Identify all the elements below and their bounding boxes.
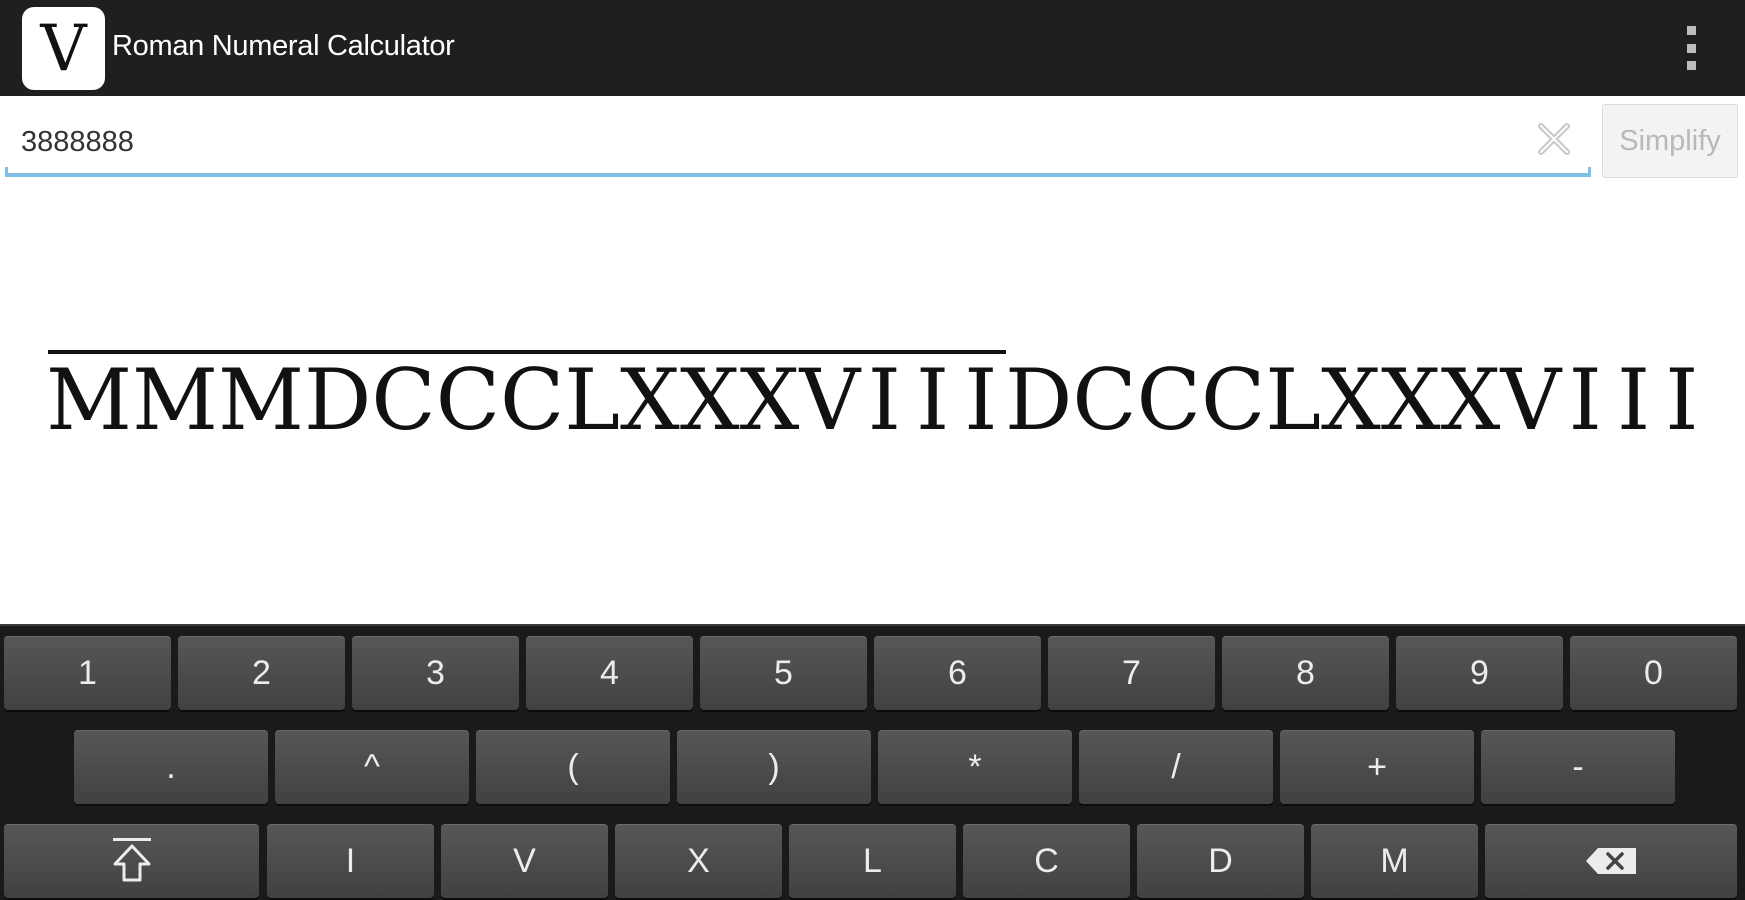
result-char: X <box>1380 351 1441 449</box>
number-input[interactable] <box>5 100 1591 176</box>
result-char: X <box>1440 351 1501 449</box>
key-L[interactable]: L <box>789 824 956 898</box>
result-char: C <box>1136 351 1201 449</box>
result-vinculum-char: I <box>964 351 998 449</box>
result-char: C <box>1072 351 1137 449</box>
result-char: I <box>1568 351 1602 449</box>
result-vinculum-char: L <box>564 351 621 449</box>
key-open-paren[interactable]: ( <box>476 730 670 804</box>
key-V[interactable]: V <box>441 824 608 898</box>
backspace-key[interactable] <box>1485 824 1737 898</box>
key-6[interactable]: 6 <box>874 636 1041 710</box>
result-vinculum-char: I <box>915 351 950 449</box>
result-vinculum-char: X <box>679 351 740 449</box>
backspace-icon <box>1586 848 1636 874</box>
result-char: I <box>1616 351 1651 449</box>
key-9[interactable]: 9 <box>1396 636 1563 710</box>
roman-result-text: MMMDCCCLXXXVIIIDCCCLXXXVIII <box>46 340 1706 460</box>
result-vinculum-char: X <box>739 351 800 449</box>
result-char: C <box>1200 351 1266 449</box>
key-4[interactable]: 4 <box>526 636 693 710</box>
result-char: I <box>1665 351 1699 449</box>
result-vinculum-char: C <box>499 351 565 449</box>
key-multiply[interactable]: * <box>878 730 1072 804</box>
app-title: Roman Numeral Calculator <box>112 30 455 62</box>
result-vinculum-char: M <box>218 351 305 449</box>
key-2[interactable]: 2 <box>178 636 345 710</box>
simplify-button[interactable]: Simplify <box>1602 104 1738 178</box>
shift-key[interactable] <box>4 824 259 898</box>
roman-result: MMMDCCCLXXXVIIIDCCCLXXXVIII <box>46 340 1706 460</box>
result-vinculum-char: X <box>620 351 680 449</box>
roman-keyboard: 1 2 3 4 5 6 7 8 9 0 . ^ ( ) * / + - I V … <box>0 624 1745 900</box>
result-vinculum-char: M <box>46 351 133 449</box>
key-C[interactable]: C <box>963 824 1130 898</box>
shift-icon <box>112 838 151 882</box>
key-minus[interactable]: - <box>1481 730 1675 804</box>
key-plus[interactable]: + <box>1280 730 1474 804</box>
action-bar: V Roman Numeral Calculator <box>0 0 1745 96</box>
result-char: V <box>1500 351 1562 449</box>
key-3[interactable]: 3 <box>352 636 519 710</box>
key-M[interactable]: M <box>1311 824 1478 898</box>
number-input-container <box>5 100 1591 181</box>
result-char: X <box>1321 351 1381 449</box>
result-vinculum-char: C <box>371 351 436 449</box>
key-I[interactable]: I <box>267 824 434 898</box>
key-close-paren[interactable]: ) <box>677 730 871 804</box>
result-vinculum-char: I <box>867 351 901 449</box>
key-1[interactable]: 1 <box>4 636 171 710</box>
result-vinculum-char: D <box>304 351 372 449</box>
key-divide[interactable]: / <box>1079 730 1273 804</box>
overflow-menu-icon[interactable] <box>1684 26 1698 70</box>
result-char: L <box>1265 351 1322 449</box>
app-icon: V <box>22 7 105 90</box>
key-0[interactable]: 0 <box>1570 636 1737 710</box>
key-5[interactable]: 5 <box>700 636 867 710</box>
key-caret[interactable]: ^ <box>275 730 469 804</box>
result-vinculum-char: M <box>132 351 219 449</box>
result-vinculum-char: V <box>799 351 861 449</box>
clear-icon[interactable] <box>1535 120 1573 158</box>
result-vinculum-char: C <box>435 351 500 449</box>
input-underline <box>5 167 1591 177</box>
key-X[interactable]: X <box>615 824 782 898</box>
result-char: D <box>1005 351 1073 449</box>
key-D[interactable]: D <box>1137 824 1304 898</box>
key-8[interactable]: 8 <box>1222 636 1389 710</box>
key-7[interactable]: 7 <box>1048 636 1215 710</box>
key-decimal[interactable]: . <box>74 730 268 804</box>
